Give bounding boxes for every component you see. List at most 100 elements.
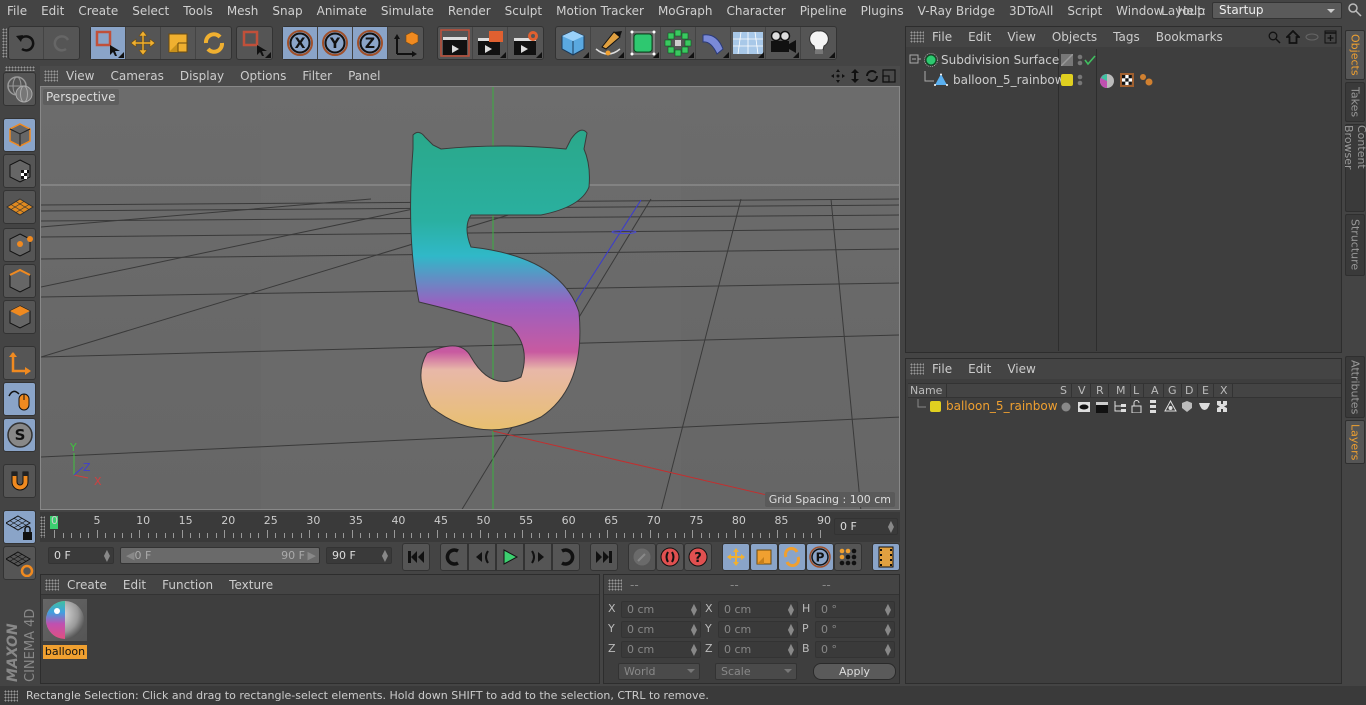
menu-character[interactable]: Character: [719, 0, 792, 22]
home-icon[interactable]: [1286, 30, 1300, 44]
menu-tools[interactable]: Tools: [176, 0, 220, 22]
pan-view-icon[interactable]: [831, 69, 845, 83]
tweak-mode-button[interactable]: [3, 382, 36, 416]
points-mode-button[interactable]: [3, 228, 36, 262]
material-menu-create[interactable]: Create: [59, 578, 115, 592]
layer-color-swatch[interactable]: [1061, 74, 1073, 86]
cloner-button[interactable]: [661, 27, 696, 59]
previous-key-button[interactable]: [440, 543, 468, 571]
play-button[interactable]: [496, 543, 524, 571]
search-icon[interactable]: [1348, 3, 1362, 17]
render-picture-viewer-button[interactable]: [473, 27, 508, 59]
menu-file[interactable]: File: [0, 0, 34, 22]
layout-dropdown[interactable]: Startup: [1212, 2, 1342, 19]
goto-start-button[interactable]: [402, 543, 430, 571]
tab-layers[interactable]: Layers: [1345, 420, 1365, 464]
tab-attributes[interactable]: Attributes: [1345, 356, 1365, 418]
xref-icon[interactable]: [1216, 400, 1228, 413]
generators-icon[interactable]: [1164, 400, 1177, 413]
goto-end-button[interactable]: [590, 543, 618, 571]
next-key-button[interactable]: [552, 543, 580, 571]
object-name[interactable]: Subdivision Surface: [941, 53, 1059, 67]
layer-column-header[interactable]: M: [1116, 384, 1131, 398]
coordinate-system-button[interactable]: [388, 27, 423, 59]
visibility-dots-icon[interactable]: [1077, 74, 1083, 86]
model-mode-button[interactable]: [3, 118, 36, 152]
autokey-button[interactable]: ?: [684, 543, 712, 571]
render-settings-button[interactable]: [508, 27, 543, 59]
texture-tag-icon[interactable]: [1120, 73, 1134, 87]
planar-workplane-button[interactable]: [3, 546, 36, 580]
coordinate-system-dropdown[interactable]: World: [618, 663, 700, 680]
live-selection-button[interactable]: [237, 27, 272, 59]
layer-row[interactable]: balloon_5_rainbow: [906, 399, 1341, 415]
deformers-icon[interactable]: [1181, 400, 1193, 413]
y-axis-button[interactable]: Y: [318, 27, 353, 59]
new-window-icon[interactable]: [1324, 30, 1337, 44]
coordinates-grip[interactable]: [608, 578, 622, 591]
layer-column-header[interactable]: X: [1220, 384, 1233, 398]
3d-viewport[interactable]: Y X Z Perspective Grid Spacing : 100 cm: [40, 86, 900, 510]
x-axis-button[interactable]: X: [283, 27, 318, 59]
coord-value-field[interactable]: 0 cm ▲ ▼: [621, 641, 701, 658]
toolbar-grip[interactable]: [2, 28, 7, 58]
menu-simulate[interactable]: Simulate: [374, 0, 441, 22]
layer-column-header[interactable]: D: [1185, 384, 1199, 398]
material-tag-icon[interactable]: [1098, 72, 1116, 89]
snapping-button[interactable]: S: [3, 418, 36, 452]
rectangle-selection-button[interactable]: [91, 27, 126, 59]
cube-button[interactable]: [556, 27, 591, 59]
camera-button[interactable]: [766, 27, 801, 59]
viewport-menu-options[interactable]: Options: [232, 69, 294, 83]
undo-button[interactable]: [9, 27, 44, 59]
rotate-view-icon[interactable]: [865, 69, 879, 83]
apply-button[interactable]: Apply: [813, 663, 896, 680]
floor-button[interactable]: [731, 27, 766, 59]
timeline-ruler[interactable]: 0 5 10 15 20 25 30 35 40 45 50 55 60 65 70 75 80 85 90 0 F…: [40, 512, 900, 542]
layer-column-header[interactable]: A: [1151, 384, 1164, 398]
lock-workplane-button[interactable]: [3, 510, 36, 544]
layer-column-header[interactable]: L: [1133, 384, 1145, 398]
next-frame-button[interactable]: [524, 543, 552, 571]
layer-color-icon[interactable]: [1061, 54, 1073, 66]
viewport-menu-filter[interactable]: Filter: [294, 69, 340, 83]
animation-icon[interactable]: [1149, 400, 1157, 413]
light-button[interactable]: [801, 27, 836, 59]
menu-motion-tracker[interactable]: Motion Tracker: [549, 0, 651, 22]
layer-column-header[interactable]: V: [1078, 384, 1091, 398]
material-menu-edit[interactable]: Edit: [115, 578, 154, 592]
move-button[interactable]: [126, 27, 161, 59]
coord-value-field[interactable]: 0 cm ▲ ▼: [621, 601, 701, 618]
visible-in-editor-icon[interactable]: [1078, 401, 1090, 413]
object-row[interactable]: Subdivision Surface: [906, 51, 1341, 71]
layer-name[interactable]: balloon_5_rainbow: [946, 399, 1058, 413]
coord-value-field[interactable]: 0 cm ▲ ▼: [718, 601, 798, 618]
controls-grip[interactable]: [40, 545, 46, 567]
expressions-icon[interactable]: [1198, 402, 1211, 411]
menu-vray-bridge[interactable]: V-Ray Bridge: [911, 0, 1002, 22]
left-toolbar-grip[interactable]: [5, 66, 35, 71]
enabled-checkmark-icon[interactable]: [1084, 54, 1096, 66]
tab-content-browser[interactable]: Content Browser: [1342, 124, 1366, 212]
record-active-button[interactable]: [656, 543, 684, 571]
magnet-button[interactable]: [3, 464, 36, 498]
menu-select[interactable]: Select: [125, 0, 176, 22]
workplane-mode-button[interactable]: [3, 190, 36, 224]
layer-color-swatch[interactable]: [930, 401, 941, 412]
menu-plugins[interactable]: Plugins: [854, 0, 911, 22]
object-manager-grip[interactable]: [910, 31, 924, 43]
solo-icon[interactable]: [1061, 402, 1071, 412]
viewport-menu-display[interactable]: Display: [172, 69, 232, 83]
layers-menu-edit[interactable]: Edit: [960, 362, 999, 376]
render-view-button[interactable]: [438, 27, 473, 59]
rotate-button[interactable]: [196, 27, 231, 59]
menu-snap[interactable]: Snap: [265, 0, 309, 22]
key-pla-button[interactable]: [834, 543, 862, 571]
menu-create[interactable]: Create: [71, 0, 125, 22]
current-frame-field[interactable]: 0 F ▲ ▼: [834, 518, 898, 535]
make-editable-button[interactable]: [3, 72, 36, 106]
coord-value-field[interactable]: 0 ° ▲ ▼: [815, 641, 895, 658]
coord-value-field[interactable]: 0 cm ▲ ▼: [718, 621, 798, 638]
object-name[interactable]: balloon_5_rainbow: [953, 73, 1065, 87]
record-key-disabled-button[interactable]: [628, 543, 656, 571]
